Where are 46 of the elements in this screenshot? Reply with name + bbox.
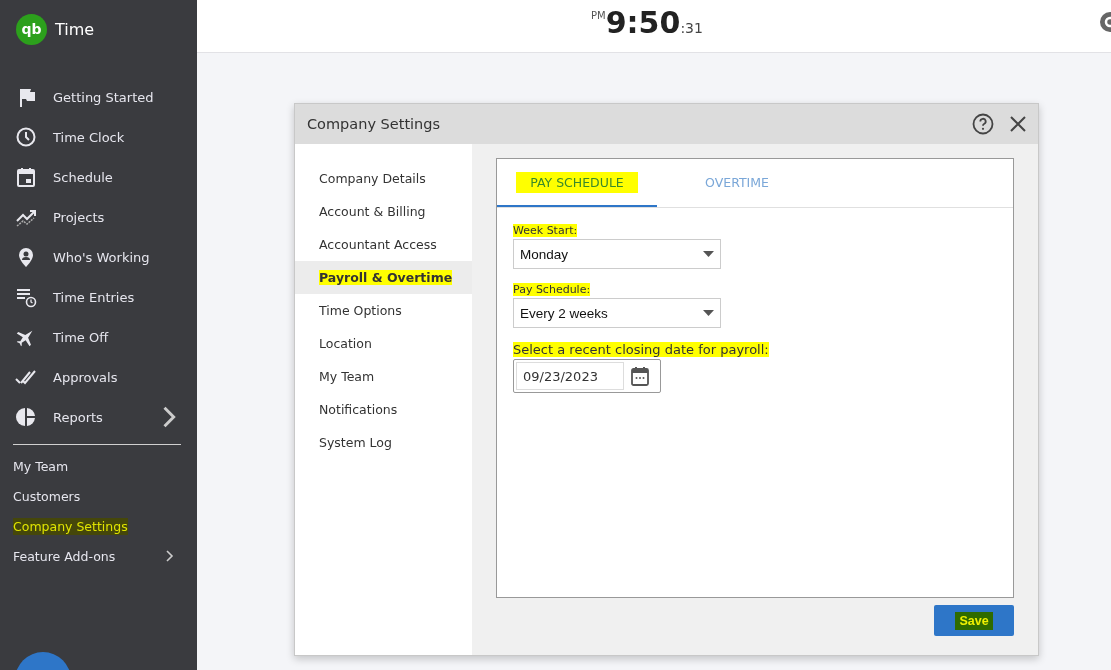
nav-item[interactable]: Projects bbox=[0, 197, 197, 237]
settings-menu-item[interactable]: System Log bbox=[295, 426, 472, 459]
dialog-title: Company Settings bbox=[307, 116, 442, 132]
settings-menu-item[interactable]: Notifications bbox=[295, 393, 472, 426]
clock-seconds: :31 bbox=[680, 20, 703, 36]
settings-menu-item[interactable]: Time Options bbox=[295, 294, 472, 327]
settings-menu-item[interactable]: My Team bbox=[295, 360, 472, 393]
app-name: Time bbox=[55, 19, 95, 39]
nav-item[interactable]: Time Clock bbox=[0, 117, 197, 157]
nav-item[interactable]: Schedule bbox=[0, 157, 197, 197]
nav-item[interactable]: Feature Add-ons bbox=[0, 541, 197, 571]
nav-item[interactable]: My Team bbox=[0, 451, 197, 481]
logo: qb bbox=[16, 13, 47, 45]
close-icon[interactable] bbox=[1010, 116, 1026, 132]
dropdown[interactable]: Every 2 weeks bbox=[513, 298, 721, 328]
dropdown[interactable]: Monday bbox=[513, 239, 721, 269]
clock-icon bbox=[15, 126, 37, 148]
pie-chart-icon bbox=[15, 406, 37, 428]
settings-menu-item[interactable]: Accountant Access bbox=[295, 228, 472, 261]
clock-time: 9:50 bbox=[605, 8, 681, 38]
settings-menu-item[interactable]: Location bbox=[295, 327, 472, 360]
chevron-icon bbox=[165, 550, 175, 562]
time-period: PM bbox=[591, 10, 606, 21]
settings-menu-item[interactable]: Company Details bbox=[295, 162, 472, 195]
help-icon[interactable] bbox=[972, 113, 994, 135]
nav-item[interactable]: Time Entries bbox=[0, 277, 197, 317]
nav-item[interactable]: Company Settings bbox=[0, 511, 197, 541]
calendar-icon bbox=[15, 166, 37, 188]
nav-item[interactable]: Who's Working bbox=[0, 237, 197, 277]
tab[interactable]: PAY SCHEDULE bbox=[497, 159, 657, 207]
field-label: Week Start: bbox=[513, 224, 578, 237]
settings-menu-item[interactable]: Payroll & Overtime bbox=[295, 261, 472, 294]
nav-item[interactable]: Customers bbox=[0, 481, 197, 511]
field-label: Select a recent closing date for payroll: bbox=[513, 342, 769, 357]
list-clock-icon bbox=[15, 286, 37, 308]
save-button[interactable]: Save bbox=[934, 605, 1014, 636]
nav-item[interactable]: Reports bbox=[0, 397, 197, 437]
date-field[interactable]: 09/23/2023 bbox=[516, 362, 624, 390]
calendar-icon[interactable] bbox=[631, 366, 649, 386]
settings-menu-item[interactable]: Account & Billing bbox=[295, 195, 472, 228]
caret-icon bbox=[703, 251, 714, 257]
field-label: Pay Schedule: bbox=[513, 283, 591, 296]
nav-item[interactable]: Getting Started bbox=[0, 77, 197, 117]
nav-item[interactable]: Time Off bbox=[0, 317, 197, 357]
caret-icon bbox=[703, 310, 714, 316]
nav-item[interactable]: Approvals bbox=[0, 357, 197, 397]
